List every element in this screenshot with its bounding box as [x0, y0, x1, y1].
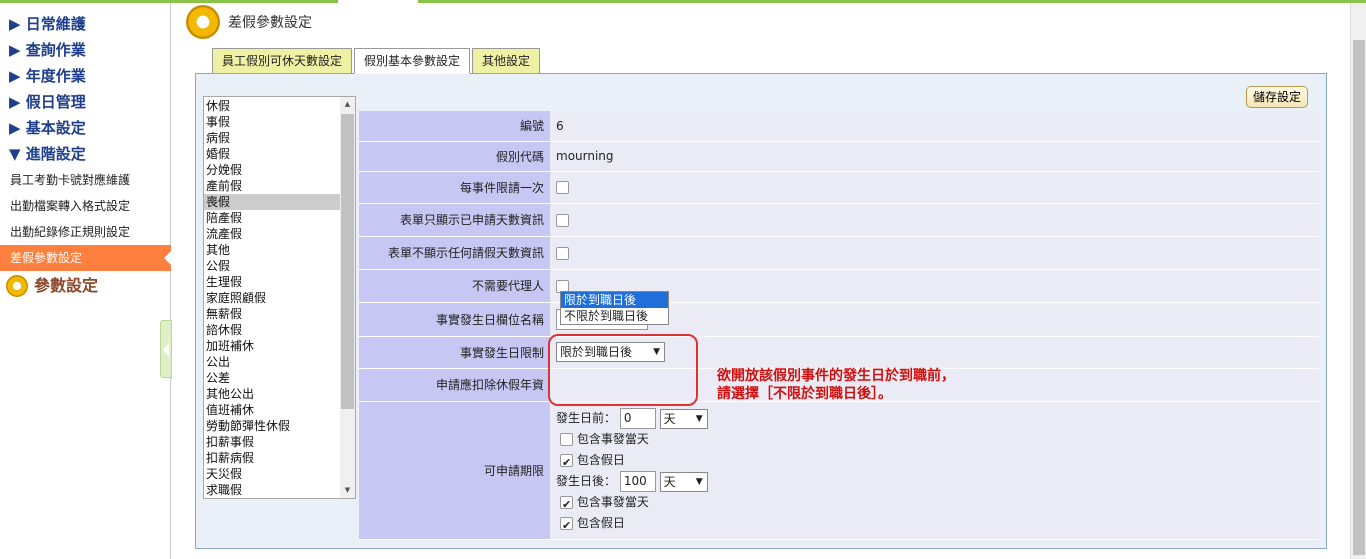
leave-list-item[interactable]: 陪產假 — [204, 210, 341, 226]
annotation-line: 欲開放該假別事件的發生日於到職前， — [717, 368, 955, 384]
leave-list-item[interactable]: 其他 — [204, 242, 341, 258]
before-incl-holiday-label: 包含假日 — [576, 453, 625, 467]
tab-employee-leave-days[interactable]: 員工假別可休天數設定 — [212, 48, 353, 73]
event-limit-value: 限於到職日後 — [560, 345, 633, 359]
leave-type-list[interactable]: 休假 事假 病假 婚假 分娩假 產前假 喪假 陪產假 流產假 其他 公假 生理假 家庭照顧假 無薪假 諮休假… — [203, 96, 356, 499]
event-field-label: 事實發生日欄位名稱 — [359, 302, 550, 337]
main-content: 差假參數設定 員工假別可休天數設定 假別基本參數設定 其他設定 休假 事假 病假 婚假… — [172, 3, 1350, 559]
after-incl-holiday-label: 包含假日 — [576, 516, 625, 530]
event-limit-dropdown[interactable]: 限於到職日後 不限於到職日後 — [560, 291, 669, 325]
leave-list-item[interactable]: 休假 — [204, 98, 341, 114]
after-days-input[interactable]: 100 — [619, 471, 656, 492]
before-days-input[interactable]: 0 — [619, 408, 656, 429]
leave-list-item[interactable]: 分娩假 — [204, 162, 341, 178]
sidebar-sub-import-format[interactable]: 出勤檔案轉入格式設定 — [0, 193, 170, 219]
sidebar-item-holiday[interactable]: ▶ 假日管理 — [0, 89, 170, 115]
leave-list-item[interactable]: 勞動節彈性休假 — [204, 418, 341, 434]
leave-list-item[interactable]: 扣薪病假 — [204, 450, 341, 466]
leave-list-item[interactable]: 天災假 — [204, 466, 341, 482]
hide-all-days-checkbox[interactable] — [556, 246, 569, 260]
chevron-down-icon: ▼ — [653, 347, 660, 357]
leave-list-item[interactable]: 求職假 — [204, 482, 341, 498]
show-applied-only-checkbox[interactable] — [556, 213, 569, 227]
sidebar-sub-correction-rules[interactable]: 出勤紀錄修正規則設定 — [0, 219, 170, 245]
event-limit-option[interactable]: 限於到職日後 — [561, 292, 668, 308]
before-incl-holiday-checkbox[interactable] — [560, 452, 573, 473]
leave-list-item[interactable]: 產前假 — [204, 178, 341, 194]
page-scroll-thumb[interactable] — [1353, 40, 1365, 555]
leave-list-item[interactable]: 公出 — [204, 354, 341, 370]
sidebar-group-title: 參數設定 — [0, 271, 170, 301]
tab-bar: 員工假別可休天數設定 假別基本參數設定 其他設定 — [212, 48, 541, 74]
sidebar-item-basic[interactable]: ▶ 基本設定 — [0, 115, 170, 141]
page-title: 差假參數設定 — [228, 15, 312, 31]
before-incl-day-label: 包含事發當天 — [576, 432, 649, 446]
sidebar-item-annual[interactable]: ▶ 年度作業 — [0, 63, 170, 89]
period-label: 可申請期限 — [359, 401, 550, 540]
chevron-down-icon: ▼ — [695, 476, 703, 487]
sidebar-item-advanced[interactable]: ▼ 進階設定 — [0, 141, 170, 167]
deduct-annual-label: 申請應扣除休假年資 — [359, 368, 550, 402]
leave-list-item[interactable]: 家庭照顧假 — [204, 290, 341, 306]
gear-icon — [186, 5, 220, 39]
sidebar-item-query[interactable]: ▶ 查詢作業 — [0, 37, 170, 63]
once-per-event-checkbox[interactable] — [556, 181, 569, 194]
sidebar-sub-card-mapping[interactable]: 員工考勤卡號對應維護 — [0, 167, 170, 193]
scroll-up-icon[interactable]: ▲ — [340, 97, 355, 112]
code-value: mourning — [550, 141, 1319, 172]
leave-list-item[interactable]: 無薪假 — [204, 306, 341, 322]
leave-list-item[interactable]: 公差 — [204, 370, 341, 386]
tab-leave-basic-params[interactable]: 假別基本參數設定 — [354, 48, 471, 74]
chevron-down-icon: ▼ — [695, 413, 703, 424]
leave-list-item[interactable]: 流產假 — [204, 226, 341, 242]
annotation-text: 欲開放該假別事件的發生日於到職前， 請選擇［不限於到職日後］。 — [717, 367, 955, 403]
before-label: 發生日前： — [556, 411, 617, 425]
hide-all-days-label: 表單不顯示任何請假天數資訊 — [359, 236, 550, 270]
save-button[interactable]: 儲存設定 — [1246, 86, 1309, 108]
leave-list-item[interactable]: 值班補休 — [204, 402, 341, 418]
id-label: 編號 — [359, 111, 550, 142]
leave-list-item[interactable]: 喪假 — [204, 194, 341, 210]
sidebar-sub-leave-params[interactable]: 差假參數設定 — [0, 245, 172, 271]
sidebar: ▶ 日常維護 ▶ 查詢作業 ▶ 年度作業 ▶ 假日管理 ▶ 基本設定 ▼ 進階設… — [0, 3, 172, 559]
leave-list-item[interactable]: 諮休假 — [204, 322, 341, 338]
tab-other-settings[interactable]: 其他設定 — [472, 48, 541, 73]
no-agent-label: 不需要代理人 — [359, 269, 550, 303]
after-unit-select[interactable]: 天 ▼ — [659, 471, 708, 492]
after-label: 發生日後： — [556, 474, 617, 488]
leave-list-item[interactable]: 加班補休 — [204, 338, 341, 354]
scroll-thumb[interactable] — [341, 114, 354, 409]
leave-list-item[interactable]: 扣薪事假 — [204, 434, 341, 450]
before-incl-day-checkbox[interactable] — [560, 433, 573, 446]
event-limit-label: 事實發生日限制 — [359, 336, 550, 369]
leave-list-item[interactable]: 病假 — [204, 130, 341, 146]
show-applied-only-label: 表單只顯示已申請天數資訊 — [359, 203, 550, 237]
leave-list-item[interactable]: 公假 — [204, 258, 341, 274]
leave-list-item[interactable]: 其他公出 — [204, 386, 341, 402]
after-incl-holiday-checkbox[interactable] — [560, 515, 573, 536]
leave-list-item[interactable]: 婚假 — [204, 146, 341, 162]
list-scrollbar[interactable]: ▲ ▼ — [340, 97, 355, 498]
leave-param-form: 編號 6 假別代碼 mourning 每事件限請一次 表單只顯示已申請天數資訊 … — [359, 111, 1319, 540]
gear-icon — [6, 275, 28, 297]
scroll-down-icon[interactable]: ▼ — [340, 483, 355, 498]
page-scrollbar[interactable] — [1350, 3, 1366, 559]
sidebar-group-label: 參數設定 — [34, 276, 99, 295]
annotation-line: 請選擇［不限於到職日後］。 — [717, 386, 892, 402]
before-unit-select[interactable]: 天 ▼ — [659, 408, 708, 429]
page-header: 差假參數設定 — [186, 5, 312, 39]
id-value: 6 — [550, 111, 1319, 142]
code-label: 假別代碼 — [359, 141, 550, 172]
leave-list-item[interactable]: 生理假 — [204, 274, 341, 290]
event-limit-option[interactable]: 不限於到職日後 — [561, 308, 668, 324]
settings-panel: 休假 事假 病假 婚假 分娩假 產前假 喪假 陪產假 流產假 其他 公假 生理假 家庭照顧假 無薪假 諮休假… — [195, 73, 1327, 549]
leave-list-item[interactable]: 事假 — [204, 114, 341, 130]
event-limit-select[interactable]: 限於到職日後 ▼ — [556, 342, 665, 362]
sidebar-collapse-handle[interactable] — [160, 320, 172, 378]
after-incl-day-label: 包含事發當天 — [576, 495, 649, 509]
after-incl-day-checkbox[interactable] — [560, 494, 573, 515]
sidebar-item-daily[interactable]: ▶ 日常維護 — [0, 11, 170, 37]
once-per-event-label: 每事件限請一次 — [359, 171, 550, 204]
